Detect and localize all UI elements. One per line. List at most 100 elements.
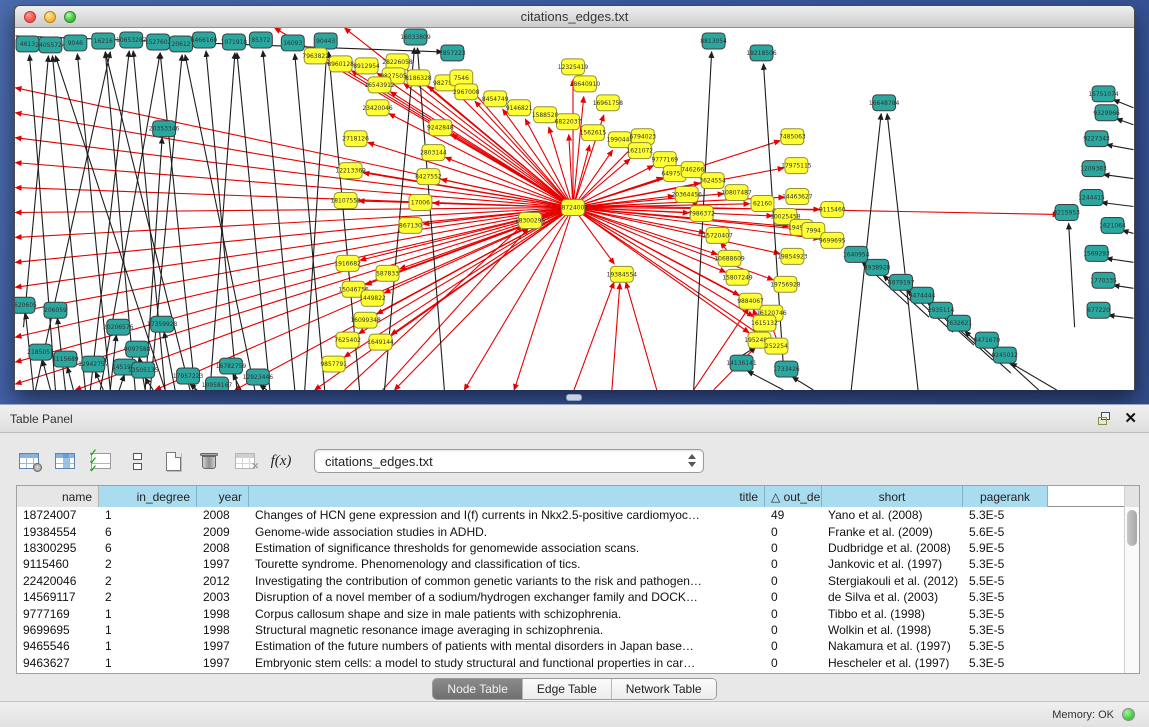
graph-node[interactable]: 18107552 [330,193,361,209]
table-cell[interactable]: 9699695 [17,622,99,638]
table-cell[interactable]: 5.3E-5 [963,655,1048,671]
table-cell[interactable]: 2 [99,573,197,589]
table-cell[interactable]: Yano et al. (2008) [822,507,963,523]
table-cell[interactable]: 0 [765,605,822,621]
tab-edge-table[interactable]: Edge Table [523,679,612,699]
table-cell[interactable]: 2 [99,556,197,572]
graph-node[interactable]: 8960128 [327,56,354,72]
graph-node[interactable]: 19218506 [746,45,777,61]
graph-node[interactable]: 2967008 [453,84,480,100]
table-cell[interactable]: 1997 [197,638,249,654]
function-builder-button[interactable]: f(x) [266,446,296,476]
network-view-canvas[interactable]: 4613240557249046162161065328715276022061… [15,28,1134,390]
graph-node[interactable]: 12942757 [78,356,109,372]
table-cell[interactable]: 5.3E-5 [963,556,1048,572]
table-cell[interactable]: 1997 [197,655,249,671]
table-cell[interactable]: Dudbridge et al. (2008) [822,540,963,556]
tab-node-table[interactable]: Node Table [433,679,523,699]
scrollbar-thumb[interactable] [1127,510,1137,546]
graph-node[interactable]: 9474444 [909,287,936,303]
table-row[interactable]: 1872400712008Changes of HCN gene express… [17,507,1139,523]
graph-node[interactable]: 587833 [376,265,399,281]
table-cell[interactable]: 49 [765,507,822,523]
graph-node[interactable]: 19854923 [777,248,808,264]
table-cell[interactable]: 14569117 [17,589,99,605]
graph-node[interactable]: 9699695 [819,232,846,248]
close-panel-icon[interactable]: ✕ [1124,412,1137,425]
graph-node[interactable]: 206059 [44,302,67,318]
table-cell[interactable]: 5.3E-5 [963,605,1048,621]
graph-node[interactable]: 8427552 [415,169,442,185]
graph-node[interactable]: 677220 [1087,302,1110,318]
graph-node[interactable]: 7986372 [688,206,715,222]
table-cell[interactable]: 1 [99,638,197,654]
graph-node[interactable]: 19384554 [607,266,638,282]
graph-node[interactable]: 6466160 [191,32,218,48]
graph-node[interactable]: 1527602 [145,34,172,50]
graph-node[interactable]: 8215953 [1053,205,1080,221]
graph-node[interactable]: 7625402 [334,332,361,348]
graph-node[interactable]: 1244415 [1078,190,1105,206]
table-cell[interactable]: Stergiakouli et al. (2012) [822,573,963,589]
table-cell[interactable]: Structural magnetic resonance image aver… [249,622,765,638]
graph-node[interactable]: 15720407 [702,227,733,243]
graph-node[interactable]: 24055724 [35,37,66,53]
graph-node[interactable]: 746266 [681,162,704,178]
graph-node[interactable]: 15807249 [722,269,753,285]
delete-column-button[interactable]: ✕ [230,446,260,476]
table-cell[interactable]: 0 [765,573,822,589]
column-header-pagerank[interactable]: pagerank [963,486,1048,507]
table-row[interactable]: 946362711997Embryonic stem cells: a mode… [17,655,1139,671]
graph-node[interactable]: 16216 [92,33,115,49]
table-row[interactable]: 946554611997Estimation of the future num… [17,638,1139,654]
table-cell[interactable]: 5.9E-5 [963,540,1048,556]
graph-node[interactable]: 20364456 [671,187,702,203]
table-row[interactable]: 1456911722003Disruption of a novel membe… [17,589,1139,605]
column-header-out_de[interactable]: △ out_de… [765,486,822,507]
graph-node[interactable]: 15751074 [1088,86,1119,102]
table-cell[interactable]: 22420046 [17,573,99,589]
table-cell[interactable]: 2008 [197,540,249,556]
graph-node[interactable]: 16099348 [350,312,381,328]
graph-node[interactable]: 23420046 [362,100,393,116]
graph-hub-node[interactable]: 18724007 [558,200,589,216]
table-cell[interactable]: 1997 [197,556,249,572]
table-cell[interactable]: de Silva et al. (2003) [822,589,963,605]
graph-node[interactable]: 1071918 [221,34,248,50]
graph-node[interactable]: 14463627 [782,189,813,205]
graph-node[interactable]: 85372 [249,32,272,48]
graph-node[interactable]: 9857791 [320,356,347,372]
table-cell[interactable]: 6 [99,540,197,556]
graph-node[interactable]: 20353346 [149,121,180,137]
table-cell[interactable]: 2008 [197,507,249,523]
column-header-in_degree[interactable]: in_degree [99,486,197,507]
vertical-scrollbar[interactable] [1124,507,1139,673]
table-cell[interactable]: 1 [99,622,197,638]
graph-node[interactable]: 12923446 [243,369,274,385]
graph-node[interactable]: 1770335 [1090,272,1117,288]
column-header-name[interactable]: name [17,486,99,507]
graph-node[interactable]: 7632621 [946,315,973,331]
table-cell[interactable]: 19384554 [17,523,99,539]
graph-node[interactable]: 17006 [409,195,432,211]
table-cell[interactable]: Estimation of significance thresholds fo… [249,540,765,556]
table-cell[interactable]: 0 [765,622,822,638]
table-cell[interactable]: 9465546 [17,638,99,654]
show-column-button[interactable] [50,446,80,476]
table-cell[interactable]: 5.3E-5 [963,622,1048,638]
network-graph[interactable]: 4613240557249046162161065328715276022061… [15,28,1134,390]
graph-node[interactable]: 7963822 [302,48,329,64]
tab-network-table[interactable]: Network Table [612,679,716,699]
table-row[interactable]: 1830029562008Estimation of significance … [17,540,1139,556]
graph-node[interactable]: 1733426 [773,361,800,377]
new-table-button[interactable] [158,446,188,476]
graph-node[interactable]: 1615132 [751,315,778,331]
table-cell[interactable]: 5.5E-5 [963,573,1048,589]
graph-node[interactable]: 16543912 [364,77,395,93]
table-cell[interactable]: Disruption of a novel member of a sodium… [249,589,765,605]
select-rows-button[interactable]: ✓✓✓ [86,446,116,476]
table-cell[interactable]: 18300295 [17,540,99,556]
column-header-short[interactable]: short [822,486,963,507]
graph-node[interactable]: 16033809 [400,29,431,45]
graph-node[interactable]: 6879197 [888,274,915,290]
